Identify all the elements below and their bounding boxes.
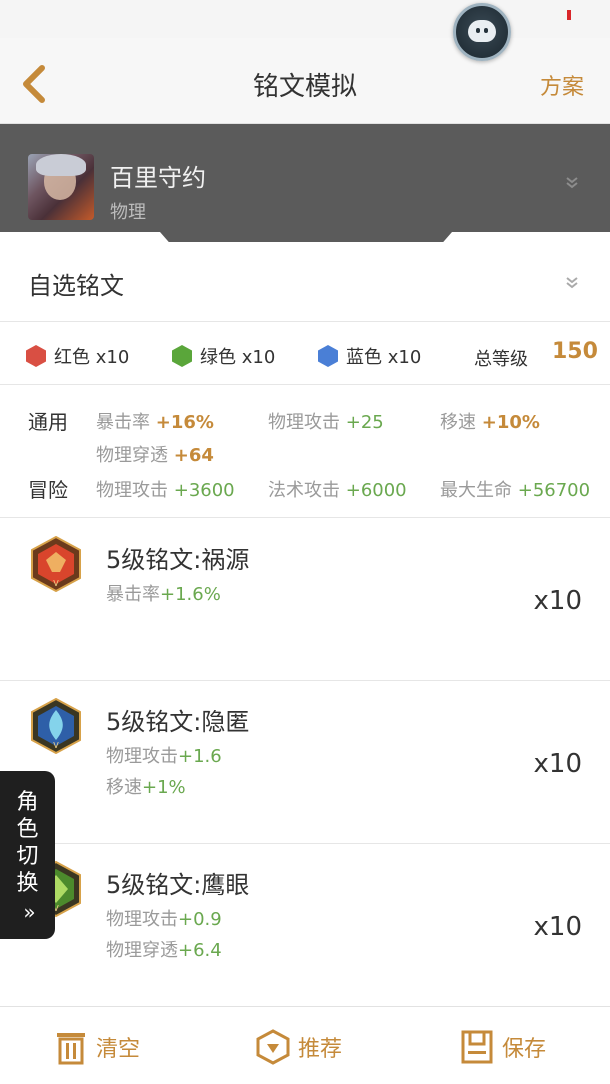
stat-item: 最大生命 +56700 (440, 480, 591, 501)
hero-name: 百里守约 (110, 164, 206, 192)
blue-count: 蓝色 x10 (318, 343, 421, 369)
inscription-title: 5级铭文:鹰眼 (106, 871, 250, 899)
hero-panel-tab (160, 232, 452, 242)
hero-selector[interactable]: 百里守约 物理 (0, 124, 610, 232)
inscription-title: 5级铭文:祸源 (106, 546, 250, 574)
double-chevron-right-icon: » (23, 900, 35, 924)
role-switch-tab[interactable]: 角 色 切 换 » (0, 771, 55, 939)
red-hexagon-icon (26, 345, 46, 367)
inscription-attribute: 物理攻击+1.6 (106, 746, 222, 767)
chevron-down-icon (566, 277, 578, 289)
adventure-category-label: 冒险 (28, 478, 68, 502)
role-switch-char: 切 (16, 844, 39, 869)
stat-item: 暴击率 +16% (96, 412, 214, 433)
nav-bar: 铭文模拟 方案 (0, 38, 610, 124)
inscription-attribute: 暴击率+1.6% (106, 584, 221, 605)
inscription-count: x10 (533, 749, 582, 779)
battery-indicator (567, 10, 571, 20)
role-switch-char: 换 (16, 871, 39, 896)
stat-item: 物理攻击 +3600 (96, 480, 235, 501)
stats-summary: 通用 暴击率 +16% 物理攻击 +25 移速 +10% 物理穿透 +64 冒险… (0, 386, 610, 518)
green-count-label: 绿色 x10 (200, 347, 276, 368)
blue-inscription-icon: V (31, 698, 81, 754)
red-count: 红色 x10 (26, 343, 129, 369)
inscription-title: 5级铭文:隐匿 (106, 708, 250, 736)
bottom-toolbar: 清空 推荐 保存 (0, 1006, 610, 1084)
status-bar (0, 0, 610, 38)
role-switch-char: 角 (16, 790, 39, 815)
save-label: 保存 (502, 1037, 547, 1062)
green-count: 绿色 x10 (172, 343, 275, 369)
hero-avatar (28, 154, 94, 220)
role-switch-char: 色 (16, 817, 39, 842)
plan-button[interactable]: 方案 (540, 69, 584, 101)
stat-item: 物理攻击 +25 (268, 412, 384, 433)
total-level-value: 150 (552, 339, 598, 364)
page-title: 铭文模拟 (252, 72, 357, 102)
hexagon-icon (256, 1029, 290, 1065)
inscription-count: x10 (533, 912, 582, 942)
clear-label: 清空 (96, 1037, 141, 1062)
stat-item: 物理穿透 +64 (96, 445, 214, 466)
inscription-selector[interactable]: 自选铭文 (0, 242, 610, 322)
stat-item: 移速 +10% (440, 412, 540, 433)
selector-label: 自选铭文 (28, 272, 124, 300)
clear-button[interactable]: 清空 (54, 1029, 140, 1065)
save-icon (461, 1030, 493, 1064)
red-count-label: 红色 x10 (54, 347, 130, 368)
green-hexagon-icon (172, 345, 192, 367)
chevron-down-icon (566, 177, 578, 189)
inscription-attribute: 移速+1% (106, 777, 186, 798)
inscription-count: x10 (533, 586, 582, 616)
inscription-item[interactable]: V 5级铭文:隐匿 物理攻击+1.6 移速+1% x10 (0, 682, 610, 844)
color-summary: 红色 x10 绿色 x10 蓝色 x10 总等级 150 (0, 323, 610, 385)
inscription-attribute: 物理穿透+6.4 (106, 940, 222, 961)
assistant-face-icon (468, 20, 496, 42)
inscription-attribute: 物理攻击+0.9 (106, 909, 222, 930)
svg-text:V: V (53, 579, 59, 588)
recommend-button[interactable]: 推荐 (256, 1029, 342, 1065)
inscription-item[interactable]: V 5级铭文:祸源 暴击率+1.6% x10 (0, 518, 610, 681)
total-level-label: 总等级 (474, 349, 528, 370)
blue-count-label: 蓝色 x10 (346, 347, 422, 368)
floating-assistant-icon[interactable] (453, 3, 511, 61)
general-category-label: 通用 (28, 410, 68, 434)
inscription-item[interactable]: V 5级铭文:鹰眼 物理攻击+0.9 物理穿透+6.4 x10 (0, 845, 610, 1006)
recommend-label: 推荐 (298, 1037, 343, 1062)
red-inscription-icon: V (31, 536, 81, 592)
stat-item: 法术攻击 +6000 (268, 480, 407, 501)
trash-icon (57, 1033, 85, 1065)
blue-hexagon-icon (318, 345, 338, 367)
save-button[interactable]: 保存 (460, 1029, 546, 1065)
hero-type: 物理 (110, 202, 146, 223)
svg-text:V: V (53, 741, 59, 750)
